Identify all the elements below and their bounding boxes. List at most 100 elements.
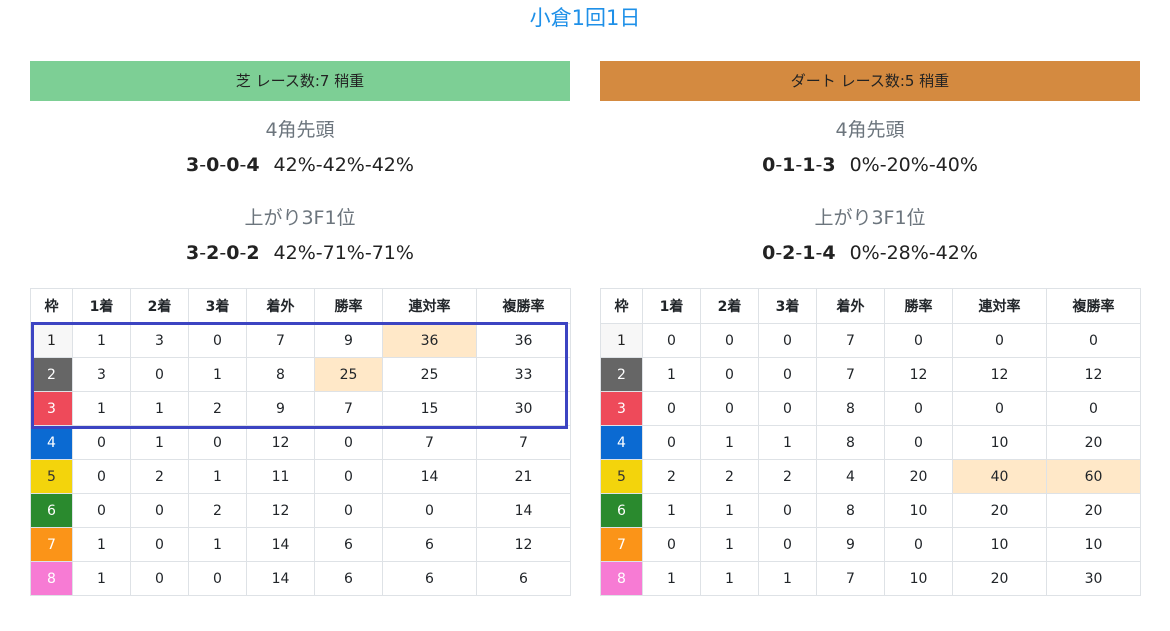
table-cell: 1 [130, 391, 189, 426]
table-cell: 14 [476, 493, 571, 528]
table-cell: 8 [816, 391, 885, 426]
table-cell: 1 [72, 391, 131, 426]
table-cell: 0 [188, 323, 247, 358]
table-cell: 0 [314, 425, 383, 460]
table-cell: 10 [952, 425, 1047, 460]
waku-cell: 5 [30, 459, 73, 494]
dirt-header: ダート レース数:5 稍重 [600, 61, 1140, 101]
column-header[interactable]: 枠 [30, 288, 73, 324]
table-cell: 0 [188, 561, 247, 596]
table-cell: 0 [314, 459, 383, 494]
column-header[interactable]: 連対率 [382, 288, 477, 324]
table-cell: 1 [700, 425, 759, 460]
table-cell: 30 [1046, 561, 1141, 596]
table-row: 6 1 1 0 8 10 20 20 [600, 493, 1141, 528]
column-header[interactable]: 1着 [72, 288, 131, 324]
table-cell: 60 [1046, 459, 1141, 494]
table-cell: 1 [642, 561, 701, 596]
table-cell: 6 [314, 527, 383, 562]
turf-last3f-label: 上がり3F1位 [244, 207, 356, 229]
column-header[interactable]: 2着 [130, 288, 189, 324]
table-cell: 40 [952, 459, 1047, 494]
table-cell: 4 [816, 459, 885, 494]
table-cell: 0 [382, 493, 477, 528]
table-cell: 33 [476, 357, 571, 392]
dirt-last3f-rates: 0%-28%-42% [849, 242, 978, 264]
table-row: 6 0 0 2 12 0 0 14 [30, 493, 571, 528]
table-header-row: 枠 1着 2着 3着 着外 勝率 連対率 複勝率 [30, 288, 571, 324]
table-row: 8 1 1 1 7 10 20 30 [600, 561, 1141, 596]
table-cell: 1 [642, 357, 701, 392]
dirt-last3f-counts: 0-2-1-4 [762, 242, 836, 264]
table-cell: 0 [188, 425, 247, 460]
table-cell: 0 [758, 323, 817, 358]
column-header[interactable]: 着外 [246, 288, 315, 324]
table-cell: 1 [188, 459, 247, 494]
table-cell: 6 [476, 561, 571, 596]
column-header[interactable]: 複勝率 [476, 288, 571, 324]
table-cell: 7 [816, 357, 885, 392]
table-cell: 1 [642, 493, 701, 528]
table-cell: 3 [72, 357, 131, 392]
column-header[interactable]: 勝率 [884, 288, 953, 324]
table-cell: 10 [952, 527, 1047, 562]
column-header[interactable]: 1着 [642, 288, 701, 324]
table-cell: 30 [476, 391, 571, 426]
waku-cell: 4 [600, 425, 643, 460]
table-cell: 2 [642, 459, 701, 494]
waku-cell: 5 [600, 459, 643, 494]
table-cell: 15 [382, 391, 477, 426]
table-cell: 1 [72, 561, 131, 596]
table-cell: 0 [130, 357, 189, 392]
turf-header: 芝 レース数:7 稍重 [30, 61, 570, 101]
table-cell: 10 [884, 493, 953, 528]
column-header[interactable]: 連対率 [952, 288, 1047, 324]
table-cell: 0 [72, 425, 131, 460]
table-cell: 0 [72, 459, 131, 494]
column-header[interactable]: 着外 [816, 288, 885, 324]
column-header[interactable]: 複勝率 [1046, 288, 1141, 324]
turf-last3f-counts: 3-2-0-2 [186, 242, 260, 264]
table-cell: 14 [246, 561, 315, 596]
dirt-corner-stats: 0-1-1-3 0%-20%-40% [600, 149, 1140, 181]
table-cell: 0 [130, 561, 189, 596]
table-cell: 7 [816, 323, 885, 358]
table-cell: 9 [246, 391, 315, 426]
column-header[interactable]: 3着 [758, 288, 817, 324]
waku-cell: 1 [600, 323, 643, 358]
column-header[interactable]: 勝率 [314, 288, 383, 324]
dirt-stats-table: 枠 1着 2着 3着 着外 勝率 連対率 複勝率 1 0 0 0 7 0 0 0 2 1 0 0 7 12 12 12 3 0 0 0… [600, 288, 1141, 596]
table-cell: 12 [952, 357, 1047, 392]
dirt-last3f-stats: 0-2-1-4 0%-28%-42% [600, 237, 1140, 269]
dirt-last3f-label: 上がり3F1位 [814, 207, 926, 229]
table-cell: 11 [246, 459, 315, 494]
table-cell: 0 [642, 425, 701, 460]
table-cell: 10 [884, 561, 953, 596]
waku-cell: 8 [600, 561, 643, 596]
waku-cell: 6 [600, 493, 643, 528]
table-row: 5 0 2 1 11 0 14 21 [30, 459, 571, 494]
table-cell: 0 [1046, 323, 1141, 358]
table-row: 4 0 1 0 12 0 7 7 [30, 425, 571, 460]
table-cell: 7 [816, 561, 885, 596]
table-cell: 14 [246, 527, 315, 562]
column-header[interactable]: 2着 [700, 288, 759, 324]
table-cell: 0 [884, 323, 953, 358]
waku-cell: 7 [30, 527, 73, 562]
waku-cell: 7 [600, 527, 643, 562]
table-cell: 0 [758, 493, 817, 528]
turf-last3f-stats: 3-2-0-2 42%-71%-71% [30, 237, 570, 269]
table-cell: 8 [816, 425, 885, 460]
column-header[interactable]: 3着 [188, 288, 247, 324]
turf-corner-label: 4角先頭 [265, 119, 335, 141]
table-row: 2 3 0 1 8 25 25 33 [30, 357, 571, 392]
table-cell: 7 [476, 425, 571, 460]
column-header[interactable]: 枠 [600, 288, 643, 324]
table-cell: 12 [1046, 357, 1141, 392]
waku-cell: 2 [30, 357, 73, 392]
table-row: 4 0 1 1 8 0 10 20 [600, 425, 1141, 460]
table-cell: 1 [72, 527, 131, 562]
table-cell: 12 [246, 493, 315, 528]
waku-cell: 3 [600, 391, 643, 426]
table-cell: 1 [758, 561, 817, 596]
